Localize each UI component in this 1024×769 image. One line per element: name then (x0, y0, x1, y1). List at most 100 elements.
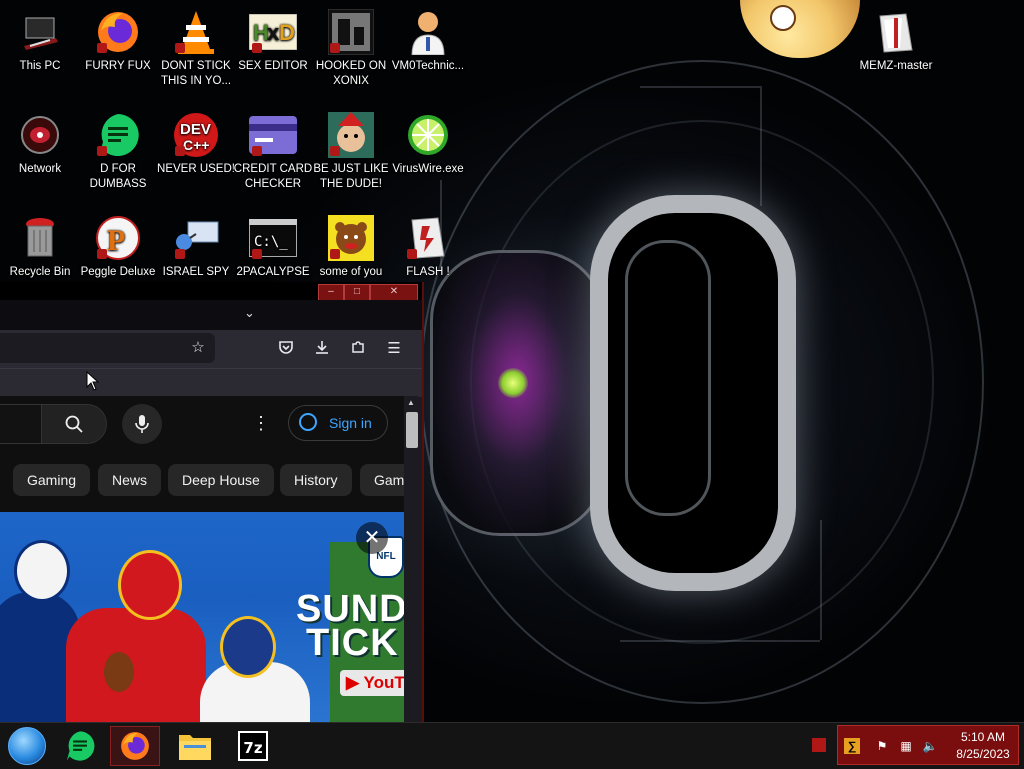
technician-icon (404, 8, 452, 56)
terminal-icon: C:\_ (249, 214, 297, 262)
banner-headline-2: TICK (306, 622, 399, 664)
desktop-icon-recycle-bin[interactable]: Recycle Bin (0, 214, 80, 280)
chip-deep-house[interactable]: Deep House (168, 464, 274, 496)
football (104, 652, 134, 692)
tray-overflow-icon[interactable] (812, 738, 826, 752)
action-center-flag-icon[interactable]: ⚑ (874, 738, 890, 754)
start-orb-icon (8, 727, 46, 765)
spy-tool-icon (172, 214, 220, 262)
scroll-thumb[interactable] (406, 412, 418, 448)
desktop-icon-furry-fux[interactable]: FURRY FUX (78, 8, 158, 74)
ad-banner[interactable]: NFL SUND TICK ▶ YouT ✕ (0, 512, 404, 722)
svg-text:C:\_: C:\_ (254, 234, 288, 250)
desktop-icon-never-used[interactable]: DEV C++ NEVER USED! (156, 111, 236, 177)
taskbar-clock[interactable]: 5:10 AM 8/25/2023 (950, 729, 1016, 763)
bear-icon (327, 214, 375, 262)
more-vertical-icon[interactable]: ⋮ (252, 410, 270, 436)
discord-like-icon (94, 111, 142, 159)
this-pc-icon (16, 8, 64, 56)
recycle-bin-icon (16, 214, 64, 262)
account-icon (299, 413, 317, 431)
helmet-colts (14, 540, 70, 602)
elf-icon (327, 111, 375, 159)
mouse-cursor-icon (86, 371, 100, 391)
network-status-icon[interactable]: ▦ (898, 738, 914, 754)
wallpaper-ear-inner (625, 240, 711, 516)
pocket-icon[interactable] (276, 339, 296, 359)
bookmarks-bar (0, 368, 422, 397)
navigation-toolbar: ☆ ☰ (0, 330, 422, 368)
desktop-icon-peggle-deluxe[interactable]: P Peggle Deluxe (78, 214, 158, 280)
desktop-icon-credit-card-checker[interactable]: CREDIT CARD CHECKER (233, 111, 313, 192)
clock-time: 5:10 AM (960, 730, 1006, 744)
download-icon[interactable] (312, 339, 332, 359)
taskbar-chat-app[interactable] (55, 726, 105, 766)
desktop-icon-hooked-on-xonix[interactable]: HOOKED ON XONIX (311, 8, 391, 89)
maximize-button[interactable]: □ (344, 284, 370, 301)
wallpaper-core (498, 368, 528, 398)
circuit-line (620, 640, 820, 642)
tray-app-icon[interactable]: ∑ (844, 738, 860, 754)
folder-icon (179, 735, 211, 760)
desktop-icon-network[interactable]: Network (0, 111, 80, 177)
firefox-icon (94, 8, 142, 56)
helmet-rams (220, 616, 276, 678)
window-title-strip[interactable]: – □ ✕ (0, 282, 422, 301)
taskbar-7zip[interactable]: 7z (228, 726, 278, 766)
taskbar: 7z ∑ ⚑ ▦ 🔈 5:10 AM 8/25/2023 (0, 722, 1024, 769)
desktop-icon-d-for-dumbass[interactable]: D FOR DUMBASS (78, 111, 158, 192)
desktop-icon-this-pc[interactable]: This PC (0, 8, 80, 74)
taskbar-firefox[interactable] (110, 726, 160, 766)
page-scrollbar[interactable]: ▲ (404, 396, 418, 722)
desktop-icon-viruswire[interactable]: VirusWire.exe (388, 111, 468, 177)
browser-window[interactable]: – □ ✕ ⌄ ☆ ☰ ⋮ Sign in Gaming News Deep H… (0, 282, 424, 722)
youtube-page: ⋮ Sign in Gaming News Deep House History… (0, 396, 419, 722)
extensions-icon[interactable] (348, 339, 368, 359)
bookmark-star-icon[interactable]: ☆ (188, 338, 208, 358)
svg-text:C++: C++ (183, 137, 209, 153)
desktop-icon-sex-editor[interactable]: HxD SEX EDITOR (233, 8, 313, 74)
desktop-icon-israel-spy[interactable]: ISRAEL SPY (156, 214, 236, 280)
menu-icon[interactable]: ☰ (384, 339, 404, 359)
desktop-icon-some-of-you[interactable]: some of you (311, 214, 391, 280)
svg-text:DEV: DEV (180, 121, 211, 138)
desktop-icon-2pacalypse[interactable]: C:\_ 2PACALYPSE (233, 214, 313, 280)
sign-in-button[interactable]: Sign in (288, 405, 388, 441)
clock-date: 8/25/2023 (956, 747, 1010, 761)
circuit-line (760, 86, 762, 206)
minimize-button[interactable]: – (318, 284, 344, 301)
peggle-icon: P (94, 214, 142, 262)
desktop-icon-be-just-like-the-dude[interactable]: BE JUST LIKE THE DUDE! (311, 111, 391, 192)
close-window-button[interactable]: ✕ (370, 284, 418, 301)
chip-history[interactable]: History (280, 464, 352, 496)
close-icon[interactable]: ✕ (356, 522, 388, 554)
chip-gaming[interactable]: Gaming (13, 464, 91, 496)
chip-news[interactable]: News (98, 464, 162, 496)
cartoon-eye (770, 5, 796, 31)
hxd-editor-icon: HxD (249, 8, 297, 56)
volume-icon[interactable]: 🔈 (922, 738, 938, 754)
lime-icon (404, 111, 452, 159)
desktop-icon-vm0technic[interactable]: VM0Technic... (388, 8, 468, 74)
start-orb-button[interactable] (2, 726, 52, 766)
taskbar-file-explorer[interactable] (170, 726, 220, 766)
dev-cpp-icon: DEV C++ (172, 111, 220, 159)
svg-text:D: D (279, 20, 295, 45)
system-tray: ∑ ⚑ ▦ 🔈 5:10 AM 8/25/2023 (837, 725, 1019, 765)
player-chiefs (66, 608, 206, 722)
svg-text:P: P (107, 224, 125, 257)
search-icon[interactable] (42, 405, 106, 443)
chevron-down-icon[interactable]: ⌄ (244, 305, 255, 321)
circuit-line (820, 520, 822, 640)
desktop-icon-flash[interactable]: FLASH ! (388, 214, 468, 280)
helmet-chiefs (118, 550, 182, 620)
address-bar[interactable]: ☆ (0, 333, 215, 363)
microphone-icon[interactable] (122, 404, 162, 444)
desktop-icon-dont-stick[interactable]: DONT STICK THIS IN YO... (156, 8, 236, 89)
vlc-cone-icon (172, 8, 220, 56)
zip-folder-icon (872, 8, 920, 56)
desktop-icon-memz-master[interactable]: MEMZ-master (856, 8, 936, 74)
search-input[interactable] (0, 404, 107, 444)
7zip-icon: 7z (238, 731, 268, 761)
scroll-up-icon[interactable]: ▲ (407, 398, 415, 407)
